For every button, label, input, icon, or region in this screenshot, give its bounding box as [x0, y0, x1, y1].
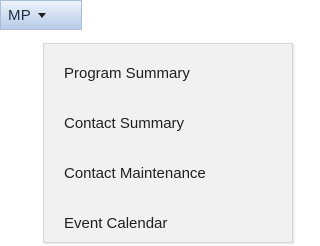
chevron-down-icon: [38, 13, 47, 18]
menu-item-contact-maintenance[interactable]: Contact Maintenance: [64, 165, 206, 182]
mp-menu-label: MP: [8, 6, 32, 24]
menu-item-event-calendar[interactable]: Event Calendar: [64, 215, 167, 232]
menu-item-contact-summary[interactable]: Contact Summary: [64, 115, 184, 132]
mp-menu-button[interactable]: MP: [0, 0, 82, 30]
mp-dropdown-menu: Program Summary Contact Summary Contact …: [43, 43, 293, 243]
menu-item-program-summary[interactable]: Program Summary: [64, 65, 190, 82]
